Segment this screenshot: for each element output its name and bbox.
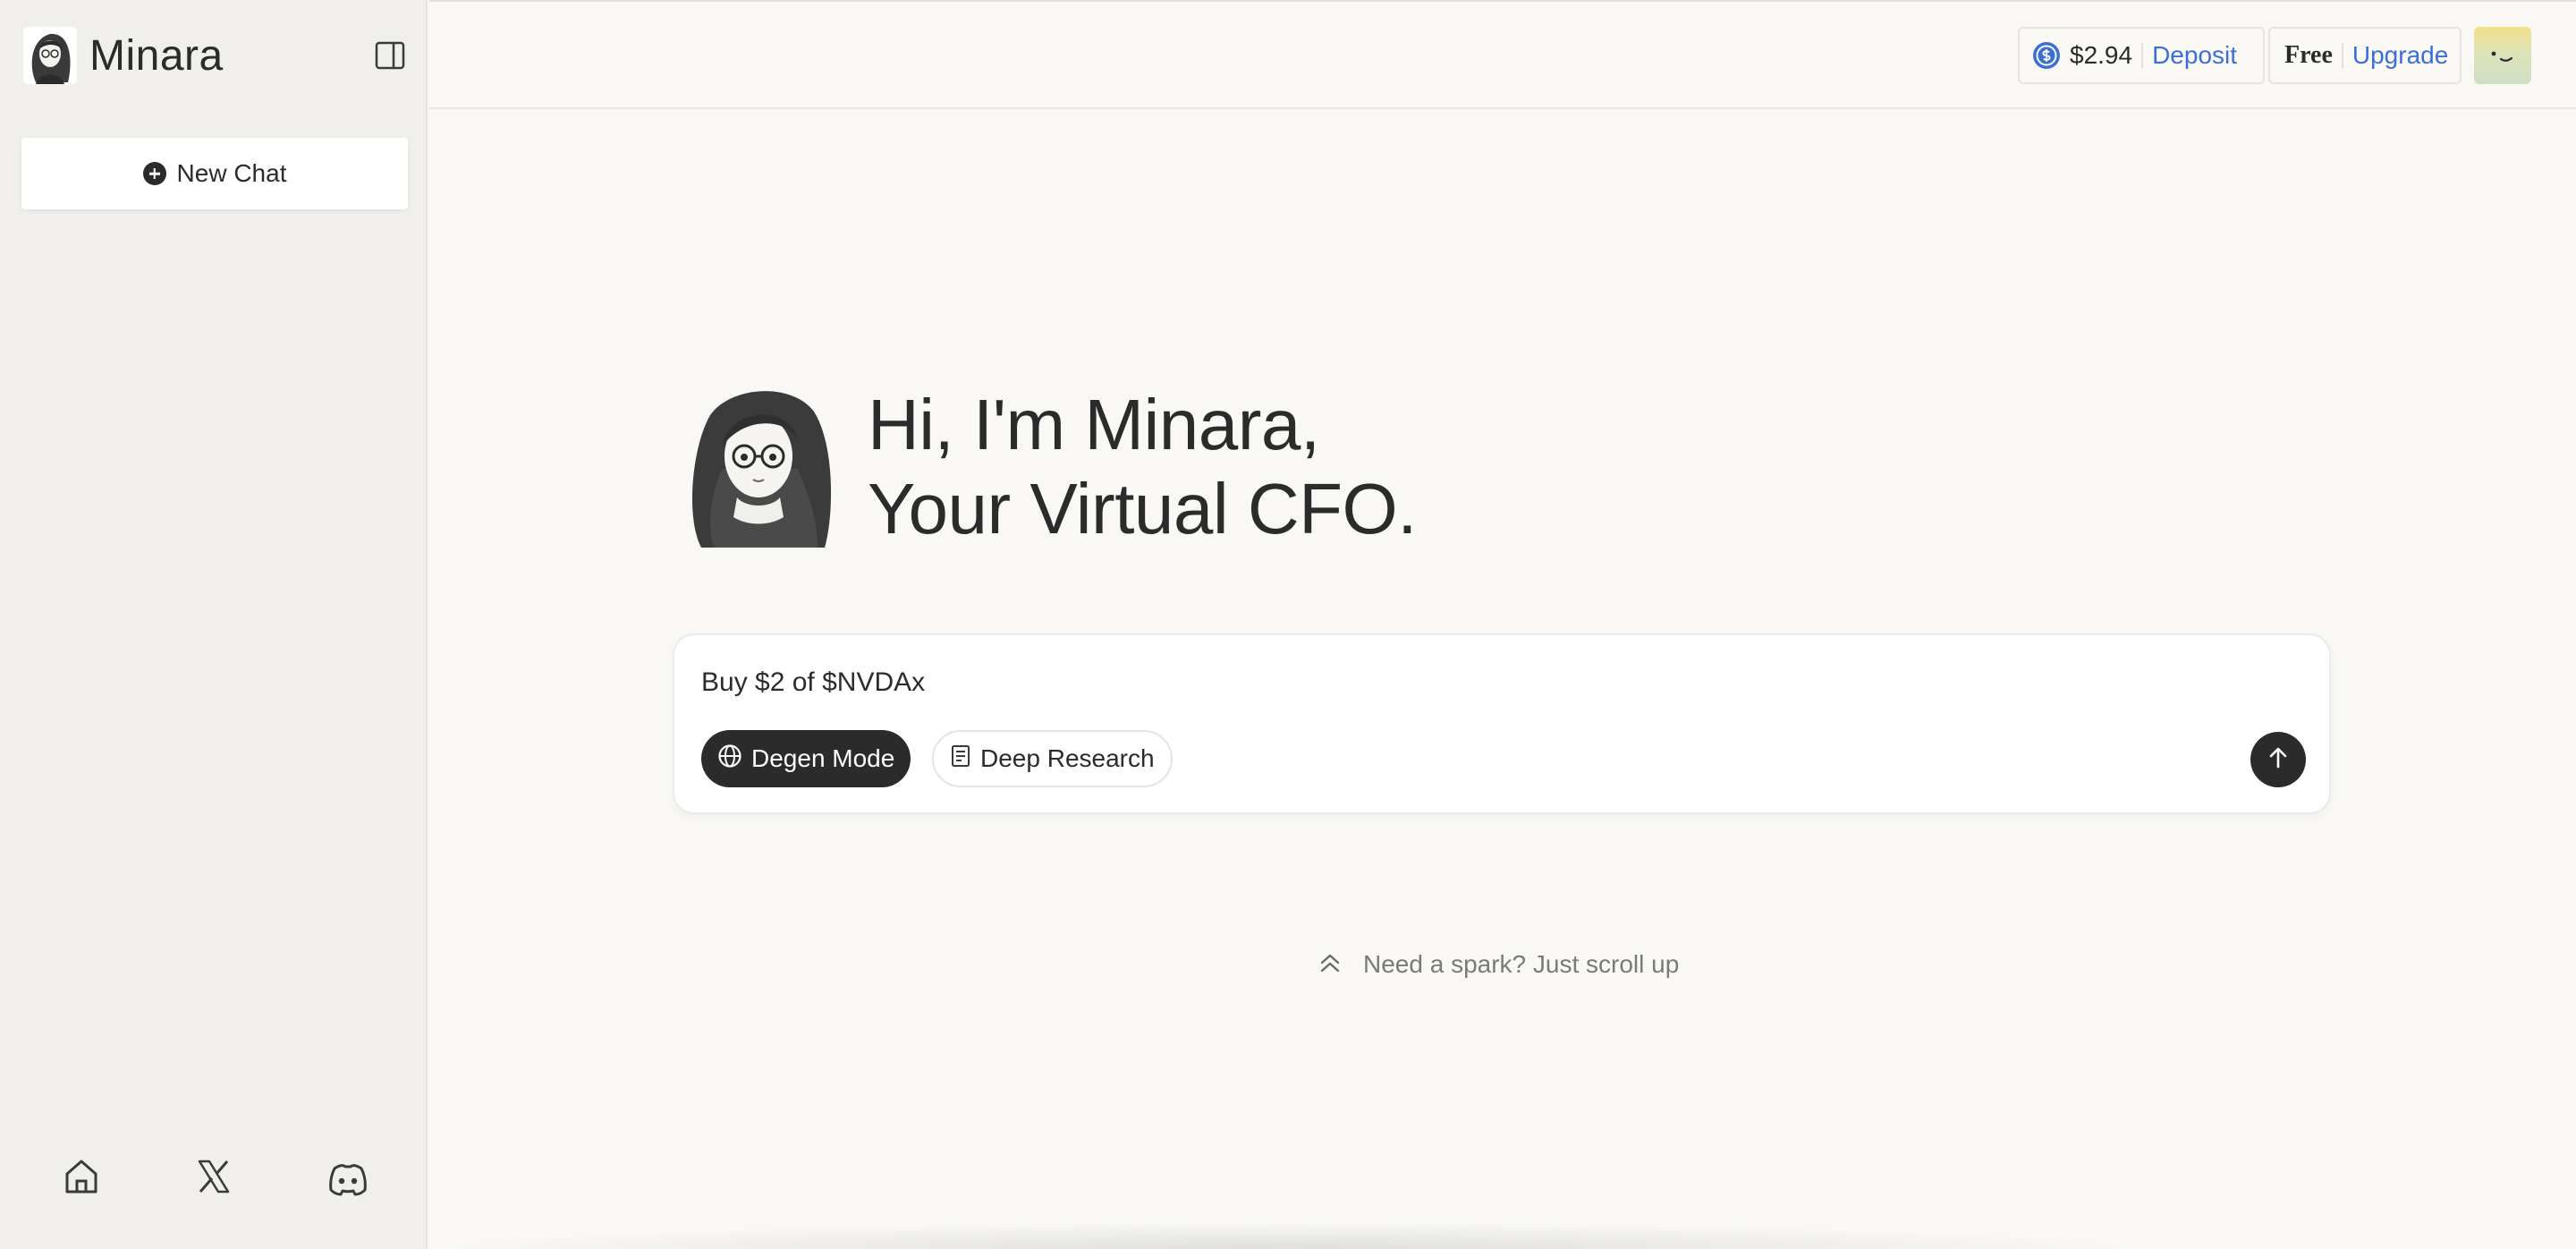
deep-research-button[interactable]: Deep Research bbox=[932, 730, 1173, 787]
brand-name: Minara bbox=[89, 31, 224, 80]
plus-circle-icon bbox=[142, 162, 166, 185]
minara-portrait bbox=[683, 383, 837, 548]
send-button[interactable] bbox=[2250, 732, 2306, 787]
plan-label: Free bbox=[2284, 41, 2333, 69]
new-chat-label: New Chat bbox=[176, 159, 287, 187]
new-chat-button[interactable]: New Chat bbox=[21, 138, 408, 209]
home-icon[interactable] bbox=[59, 1154, 104, 1199]
chat-input[interactable] bbox=[701, 662, 2222, 703]
scroll-hint[interactable]: Need a spark? Just scroll up bbox=[1317, 945, 1679, 984]
hero-line-1: Hi, I'm Minara, bbox=[868, 385, 1320, 464]
hero-line-2: Your Virtual CFO. bbox=[868, 469, 1418, 548]
scroll-hint-text: Need a spark? Just scroll up bbox=[1363, 950, 1680, 978]
plan-badge[interactable]: Free Upgrade bbox=[2268, 27, 2462, 84]
balance-amount: $2.94 bbox=[2070, 41, 2133, 69]
deep-research-label: Deep Research bbox=[980, 744, 1155, 772]
upgrade-link[interactable]: Upgrade bbox=[2352, 41, 2448, 70]
chevron-double-up-icon bbox=[1317, 948, 1343, 981]
divider bbox=[2141, 43, 2144, 68]
wallet-balance[interactable]: $2.94 Deposit bbox=[2018, 27, 2265, 84]
usdc-coin-icon bbox=[2032, 41, 2061, 70]
sidebar-toggle-icon[interactable] bbox=[374, 39, 406, 72]
brand[interactable]: Minara bbox=[23, 27, 224, 84]
discord-icon[interactable] bbox=[326, 1160, 370, 1204]
sidebar-footer bbox=[0, 1154, 428, 1208]
sidebar: Minara New Chat bbox=[0, 0, 428, 1249]
user-avatar[interactable] bbox=[2474, 27, 2531, 84]
arrow-up-icon bbox=[2266, 745, 2291, 775]
hero-title: Hi, I'm Minara, Your Virtual CFO. bbox=[868, 383, 1418, 551]
minara-logo-avatar bbox=[23, 27, 77, 84]
bottom-fade bbox=[429, 1222, 2147, 1249]
x-logo-icon[interactable] bbox=[191, 1154, 236, 1199]
document-icon bbox=[950, 743, 971, 775]
divider bbox=[2341, 43, 2343, 68]
deposit-link[interactable]: Deposit bbox=[2152, 41, 2237, 70]
degen-mode-label: Degen Mode bbox=[751, 744, 895, 772]
globe-icon bbox=[717, 743, 742, 775]
degen-mode-button[interactable]: Degen Mode bbox=[701, 730, 911, 787]
chat-composer: Degen Mode Deep Research bbox=[673, 633, 2331, 814]
